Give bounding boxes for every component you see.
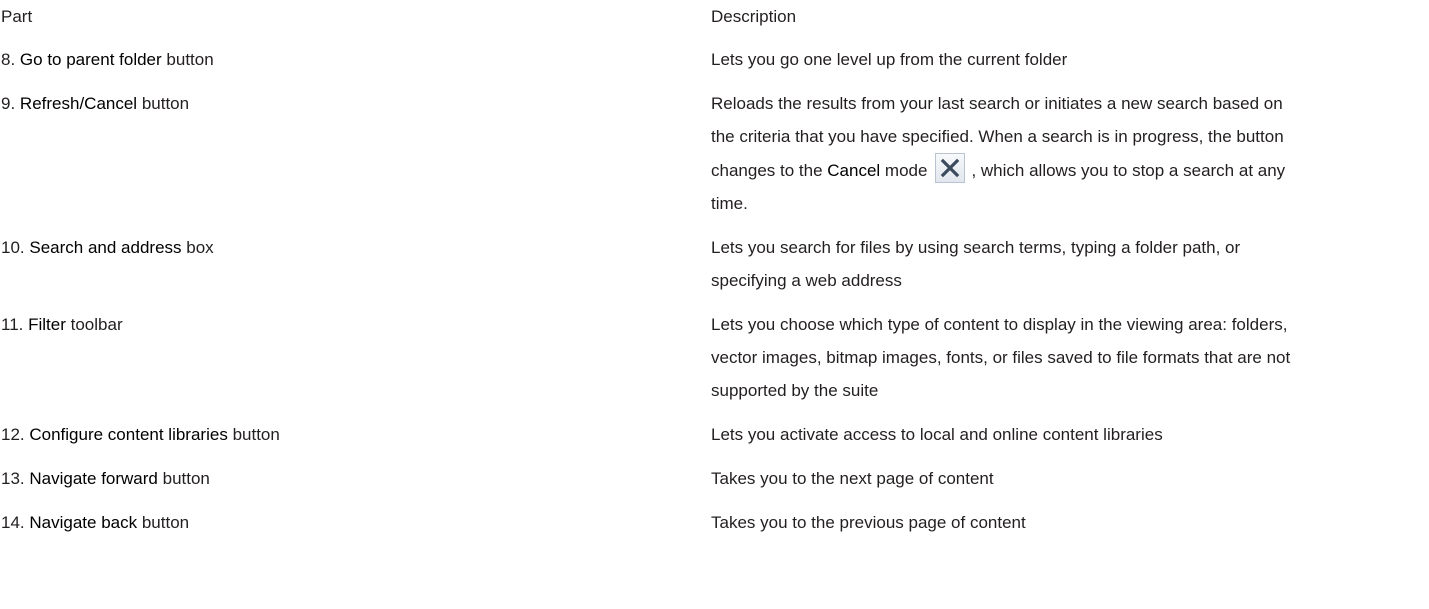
part-number: 14. bbox=[1, 513, 25, 532]
part-number: 9. bbox=[1, 94, 16, 113]
description-cell: Lets you choose which type of content to… bbox=[711, 315, 1291, 400]
description-cell: Lets you activate access to local and on… bbox=[711, 425, 1163, 444]
description-cell: Takes you to the next page of content bbox=[711, 469, 994, 488]
cancel-x-icon bbox=[935, 153, 966, 183]
table-row: 10. Search and address box Lets you sear… bbox=[0, 231, 1429, 297]
part-suffix: button bbox=[141, 513, 190, 532]
description-text: mode bbox=[884, 161, 928, 180]
part-cell: 10. Search and address box bbox=[0, 231, 711, 297]
part-cell: 9. Refresh/Cancel button bbox=[0, 87, 711, 220]
part-suffix: button bbox=[162, 469, 210, 488]
part-number: 11. bbox=[1, 315, 24, 334]
part-number: 10. bbox=[1, 238, 25, 257]
table-row: 12. Configure content libraries button L… bbox=[0, 418, 1429, 451]
part-name: Go to parent folder bbox=[19, 50, 162, 69]
part-suffix: box bbox=[186, 238, 214, 257]
part-suffix: toolbar bbox=[70, 315, 123, 334]
part-number: 12. bbox=[1, 425, 25, 444]
table-row: 13. Navigate forward button Takes you to… bbox=[0, 462, 1429, 495]
part-name: Navigate back bbox=[29, 513, 138, 532]
description-cell: Lets you search for files by using searc… bbox=[711, 238, 1241, 290]
part-suffix: button bbox=[141, 94, 190, 113]
table-row: 11. Filter toolbar Lets you choose which… bbox=[0, 308, 1429, 407]
part-name: Refresh/Cancel bbox=[19, 94, 138, 113]
parts-table: Part Description 8. Go to parent folder … bbox=[0, 0, 1429, 550]
header-part: Part bbox=[1, 7, 33, 26]
description-cell: Lets you go one level up from the curren… bbox=[711, 50, 1068, 69]
part-cell: 14. Navigate back button bbox=[0, 506, 711, 539]
part-number: 8. bbox=[1, 50, 16, 69]
part-number: 13. bbox=[1, 469, 25, 488]
part-cell: 8. Go to parent folder button bbox=[0, 43, 711, 76]
part-cell: 12. Configure content libraries button bbox=[0, 418, 711, 451]
cancel-term: Cancel bbox=[827, 161, 881, 180]
part-name: Search and address bbox=[29, 238, 182, 257]
part-suffix: button bbox=[166, 50, 214, 69]
part-name: Navigate forward bbox=[29, 469, 158, 488]
part-suffix: button bbox=[232, 425, 280, 444]
table-row: 9. Refresh/Cancel button Reloads the res… bbox=[0, 87, 1429, 220]
header-description: Description bbox=[711, 7, 797, 26]
description-cell: Takes you to the previous page of conten… bbox=[711, 513, 1026, 532]
part-cell: 11. Filter toolbar bbox=[0, 308, 711, 407]
part-name: Configure content libraries bbox=[29, 425, 228, 444]
part-cell: 13. Navigate forward button bbox=[0, 462, 711, 495]
table-row: 8. Go to parent folder button Lets you g… bbox=[0, 43, 1429, 76]
table-row: 14. Navigate back button Takes you to th… bbox=[0, 506, 1429, 539]
table-header: Part Description bbox=[0, 0, 1429, 33]
description-cell: Reloads the results from your last searc… bbox=[711, 87, 1291, 220]
part-name: Filter bbox=[28, 315, 66, 334]
